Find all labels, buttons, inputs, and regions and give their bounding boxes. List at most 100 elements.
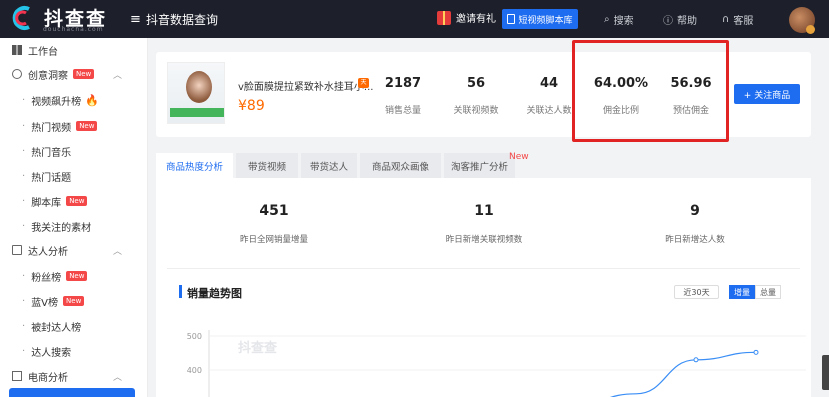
sidebar-item-followed-materials[interactable]: · 我关注的素材 xyxy=(0,214,148,238)
kpi-value: 451 xyxy=(259,203,289,219)
sidebar-item-influencer-search[interactable]: · 达人搜索 xyxy=(0,339,148,363)
help-icon: ⓘ xyxy=(663,16,673,27)
tab-audience[interactable]: 商品观众画像 xyxy=(360,153,441,178)
chart-icon xyxy=(12,245,22,255)
sidebar-active-item[interactable] xyxy=(9,388,135,397)
cart-icon xyxy=(12,371,22,381)
sales-trend-chart: 500 400 抖查查 xyxy=(187,330,806,397)
sidebar-item-label: 热门音乐 xyxy=(31,147,72,159)
sidebar-item-hot-topics[interactable]: · 热门话题 xyxy=(0,164,148,188)
grid-icon xyxy=(12,45,22,55)
stat-related-videos: 56 关联视频数 xyxy=(441,76,511,116)
sidebar-item-label: 视频飙升榜 xyxy=(31,96,82,108)
sidebar-item-label: 粉丝榜 xyxy=(31,272,62,284)
side-scroll-handle[interactable] xyxy=(822,355,829,390)
sidebar-item-fans-rank[interactable]: · 粉丝榜 New xyxy=(0,264,148,288)
sidebar-item-label: 脚本库 xyxy=(31,197,62,209)
help-link[interactable]: ⓘ 帮助 xyxy=(663,12,697,27)
invite-label: 邀请有礼 xyxy=(456,14,496,25)
help-label: 帮助 xyxy=(677,16,697,27)
kpi-label: 昨日新增关联视频数 xyxy=(445,235,523,245)
tab-heat-analysis[interactable]: 商品热度分析 xyxy=(156,153,233,178)
stat-value: 56 xyxy=(466,76,486,91)
sidebar-item-creative[interactable]: 创意洞察 New ︿ xyxy=(0,62,148,86)
sidebar-item-label: 我关注的素材 xyxy=(31,222,92,234)
new-badge: New xyxy=(509,152,529,162)
y-tick-400: 400 xyxy=(187,366,202,375)
toggle-increment[interactable]: 增量 xyxy=(729,285,755,299)
product-image[interactable] xyxy=(167,62,225,124)
new-badge: New xyxy=(73,69,95,79)
chart-watermark: 抖查查 xyxy=(238,340,278,356)
service-link[interactable]: ∩ 客服 xyxy=(722,12,753,27)
highlight-box xyxy=(572,40,729,142)
chart-point[interactable] xyxy=(753,349,759,355)
logo-icon xyxy=(12,5,38,31)
invite-link[interactable]: 邀请有礼 xyxy=(437,10,496,25)
sidebar-item-bluev-rank[interactable]: · 蓝V榜 New xyxy=(0,289,148,313)
new-badge: New xyxy=(76,121,98,131)
top-bar: 抖查查 douchacha.com ≡ 抖音数据查询 邀请有礼 短视频脚本库 ⌕… xyxy=(0,0,829,38)
search-icon: ⌕ xyxy=(604,14,610,25)
headset-icon: ∩ xyxy=(722,14,730,25)
sidebar-item-video-rise[interactable]: · 视频飙升榜 🔥 xyxy=(0,88,148,112)
sidebar-item-label: 热门话题 xyxy=(31,172,72,184)
tab-videos[interactable]: 带货视频 xyxy=(236,153,298,178)
sidebar-item-workbench[interactable]: 工作台 xyxy=(0,38,148,62)
sidebar-item-label: 蓝V榜 xyxy=(31,297,59,309)
chevron-up-icon[interactable]: ︿ xyxy=(113,68,122,81)
sidebar-item-label: 被封达人榜 xyxy=(31,322,82,334)
sidebar-item-influencer[interactable]: 达人分析 ︿ xyxy=(0,238,148,262)
flame-icon: 🔥 xyxy=(85,93,99,107)
divider xyxy=(167,268,800,269)
tab-taoke[interactable]: 淘客推广分析 xyxy=(444,153,515,178)
mode-toggle: 增量 总量 xyxy=(729,285,781,299)
phone-icon xyxy=(507,14,516,24)
section-marker xyxy=(179,285,182,298)
chart-point[interactable] xyxy=(693,357,699,363)
series-line xyxy=(609,351,757,397)
new-badge: New xyxy=(66,196,88,206)
sidebar-item-label: 热门视频 xyxy=(31,122,72,134)
tab-influencers[interactable]: 带货达人 xyxy=(301,153,357,178)
sidebar-item-scripts[interactable]: · 脚本库 New xyxy=(0,189,148,213)
range-select[interactable]: 近30天 xyxy=(674,285,719,299)
site-title: 抖音数据查询 xyxy=(146,13,219,27)
gift-icon xyxy=(437,10,451,25)
sidebar-item-hot-music[interactable]: · 热门音乐 xyxy=(0,139,148,163)
stat-label: 销售总量 xyxy=(384,106,421,116)
chevron-up-icon[interactable]: ︿ xyxy=(113,370,122,383)
product-price: ¥89 xyxy=(238,98,265,114)
main-panel: 451 昨日全网销量增量 11 昨日新增关联视频数 9 昨日新增达人数 销量趋势… xyxy=(156,178,811,397)
product-title[interactable]: v脸面膜提拉紧致补水挂耳小... xyxy=(238,78,373,93)
search-label: 搜索 xyxy=(613,16,634,27)
new-badge: New xyxy=(66,271,88,281)
avatar-badge xyxy=(806,25,815,34)
toggle-total[interactable]: 总量 xyxy=(755,285,781,299)
kpi-value: 11 xyxy=(474,203,494,219)
sidebar-item-ecommerce[interactable]: 电商分析 ︿ xyxy=(0,364,148,388)
sidebar: 工作台 创意洞察 New ︿ · 视频飙升榜 🔥 · 热门视频 New · 热门音乐 … xyxy=(0,38,148,397)
sidebar-item-banned-rank[interactable]: · 被封达人榜 xyxy=(0,314,148,338)
sidebar-item-label: 创意洞察 xyxy=(28,70,68,82)
kpi-new-videos: 11 昨日新增关联视频数 xyxy=(374,203,594,245)
service-label: 客服 xyxy=(733,16,754,27)
kpi-new-influencers: 9 昨日新增达人数 xyxy=(585,203,805,245)
brand-sub: douchacha.com xyxy=(43,26,104,33)
new-badge: New xyxy=(63,296,85,306)
chevron-up-icon[interactable]: ︿ xyxy=(113,244,122,257)
kpi-value: 9 xyxy=(690,203,700,219)
kpi-label: 昨日新增达人数 xyxy=(665,235,725,245)
search-link[interactable]: ⌕ 搜索 xyxy=(604,12,634,27)
sidebar-item-hot-videos[interactable]: · 热门视频 New xyxy=(0,114,148,138)
sidebar-item-label: 工作台 xyxy=(28,46,58,58)
follow-product-button[interactable]: + 关注商品 xyxy=(734,84,800,104)
menu-icon[interactable]: ≡ xyxy=(130,12,141,27)
section-title: 销量趋势图 xyxy=(187,287,242,300)
sidebar-item-label: 达人分析 xyxy=(28,246,68,258)
kpi-sales-increase: 451 昨日全网销量增量 xyxy=(164,203,384,245)
script-library-button[interactable]: 短视频脚本库 xyxy=(502,9,578,29)
kpi-label: 昨日全网销量增量 xyxy=(239,235,308,245)
script-library-label: 短视频脚本库 xyxy=(518,15,573,26)
y-tick-500: 500 xyxy=(187,332,202,341)
